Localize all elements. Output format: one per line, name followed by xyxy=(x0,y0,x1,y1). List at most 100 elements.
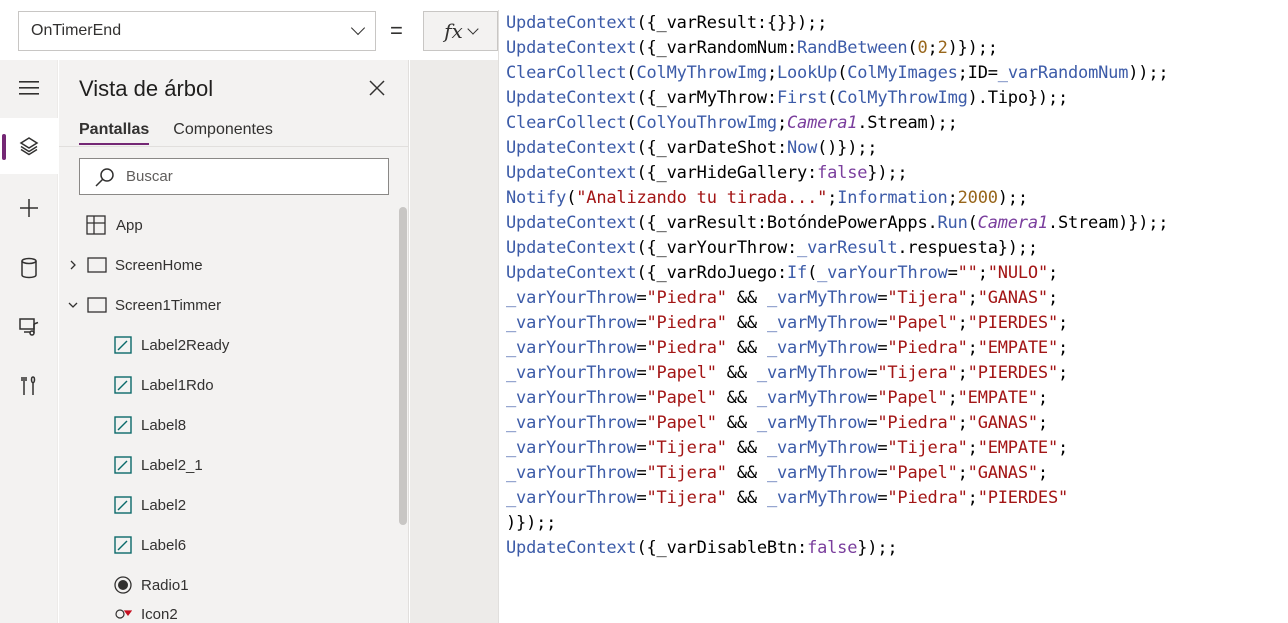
code-token: "EMPATE" xyxy=(957,388,1038,408)
code-token: )});; xyxy=(506,513,557,533)
code-token: ({_varRdoJuego: xyxy=(636,263,787,283)
tree-item-label2[interactable]: Label2 xyxy=(59,485,399,525)
fx-button[interactable]: fx xyxy=(423,11,498,51)
code-token: ColMyThrowImg xyxy=(636,63,767,83)
insert-button[interactable] xyxy=(0,180,58,236)
chevron-right-icon[interactable] xyxy=(67,259,79,271)
code-token: _varYourThrow xyxy=(506,413,637,433)
code-token: ColMyThrowImg xyxy=(837,88,968,108)
label-icon xyxy=(114,416,132,434)
formula-editor[interactable]: UpdateContext ({_varResult:{}});; UpdateCo… xyxy=(498,10,1288,623)
code-token: = xyxy=(636,313,647,333)
code-token: && xyxy=(716,363,757,383)
tree-view-button[interactable] xyxy=(0,118,58,174)
tree-item-screen1timmer[interactable]: Screen1Timmer xyxy=(59,285,399,325)
code-token: ; xyxy=(967,438,978,458)
code-token: ({_varResult:{}});; xyxy=(636,13,828,33)
code-token: _varYourThrow xyxy=(506,288,637,308)
code-token: Camera1 xyxy=(977,213,1048,233)
code-token: UpdateContext xyxy=(506,238,637,258)
tree-item-label8[interactable]: Label8 xyxy=(59,405,399,445)
code-token: UpdateContext xyxy=(506,138,637,158)
tools-icon xyxy=(21,376,36,395)
tab-components[interactable]: Componentes xyxy=(173,121,273,145)
property-dropdown[interactable]: OnTimerEnd xyxy=(18,11,376,51)
tab-screens[interactable]: Pantallas xyxy=(79,121,150,145)
code-line: UpdateContext({_varDateShot:Now()});; xyxy=(506,136,1168,161)
code-token: ;ID= xyxy=(957,63,998,83)
database-icon xyxy=(21,257,37,279)
code-token: Now xyxy=(787,138,818,158)
code-token: ClearCollect xyxy=(506,113,627,133)
code-token: "Papel" xyxy=(646,363,717,383)
code-token: "" xyxy=(957,263,978,283)
tree-item-label1rdo[interactable]: Label1Rdo xyxy=(59,365,399,405)
tree-item-screenhome[interactable]: ScreenHome xyxy=(59,245,399,285)
tree-item-label: Label2Ready xyxy=(141,336,230,354)
code-token: = xyxy=(636,388,647,408)
code-token: ; xyxy=(1057,338,1069,358)
close-icon[interactable] xyxy=(367,78,387,98)
label-icon xyxy=(114,496,132,514)
code-line: UpdateContext({_varRandomNum:RandBetween… xyxy=(506,36,1168,61)
code-token: .respuesta});; xyxy=(897,238,1038,258)
tree-item-label: Icon2 xyxy=(141,605,178,623)
code-token: false xyxy=(817,163,868,183)
code-token: && xyxy=(716,413,757,433)
code-token: "Piedra" xyxy=(877,413,958,433)
code-token: First xyxy=(776,88,828,108)
formula-code[interactable]: UpdateContext ({_varResult:{}});; UpdateCo… xyxy=(506,11,1169,561)
advanced-tools-button[interactable] xyxy=(0,358,58,414)
code-token: ColYouThrowImg xyxy=(636,113,777,133)
tree-item-label: Radio1 xyxy=(141,576,189,594)
tree-item-app[interactable]: App xyxy=(59,205,399,245)
tree-tabs: Pantallas Componentes xyxy=(79,121,273,145)
tree-item-label2ready[interactable]: Label2Ready xyxy=(59,325,399,365)
media-button[interactable] xyxy=(0,298,58,354)
code-token: "Papel" xyxy=(877,388,948,408)
code-token: "Analizando tu tirada..." xyxy=(576,188,828,208)
code-token: ( xyxy=(967,213,978,233)
code-line: UpdateContext({_varHideGallery:false});; xyxy=(506,161,1168,186)
code-line: _varYourThrow="Tijera" && _varMyThrow="P… xyxy=(506,461,1168,486)
code-token: "Papel" xyxy=(646,388,717,408)
code-token: _varYourThrow xyxy=(506,313,637,333)
code-token: ColMyImages xyxy=(847,63,958,83)
code-token: "GANAS" xyxy=(967,463,1038,483)
code-token: = xyxy=(636,463,647,483)
code-token: "EMPATE" xyxy=(977,438,1058,458)
code-token: 2 xyxy=(937,38,948,58)
hamburger-menu-button[interactable] xyxy=(0,60,58,116)
code-line: ClearCollect(ColYouThrowImg;Camera1.Stre… xyxy=(506,111,1168,136)
code-line: _varYourThrow="Papel" && _varMyThrow="Pa… xyxy=(506,386,1168,411)
code-token: ; xyxy=(967,338,978,358)
code-token: ; xyxy=(766,63,777,83)
label-icon xyxy=(114,376,132,394)
tree-item-icon2[interactable]: Icon2 xyxy=(59,605,399,623)
chevron-down-icon[interactable] xyxy=(67,299,79,311)
code-token: && xyxy=(726,338,767,358)
code-token: _varYourThrow xyxy=(506,363,637,383)
code-token: UpdateContext xyxy=(506,263,637,283)
code-token: ; xyxy=(967,488,978,508)
code-line: _varYourThrow="Papel" && _varMyThrow="Pi… xyxy=(506,411,1168,436)
code-token: ({_varDisableBtn: xyxy=(636,538,808,558)
code-token: = xyxy=(867,363,878,383)
code-token: ({_varHideGallery: xyxy=(636,163,818,183)
tree-item-radio1[interactable]: Radio1 xyxy=(59,565,399,605)
code-token: "Tijera" xyxy=(646,463,727,483)
code-token: _varYourThrow xyxy=(506,388,637,408)
code-token: "Piedra" xyxy=(646,288,727,308)
code-token: ( xyxy=(907,38,918,58)
tree-scrollbar[interactable] xyxy=(399,207,407,525)
search-box[interactable]: Buscar xyxy=(79,158,389,195)
code-token: _varMyThrow xyxy=(766,313,878,333)
code-token: _varRandomNum xyxy=(997,63,1129,83)
data-button[interactable] xyxy=(0,240,58,296)
fx-icon: fx xyxy=(444,19,463,43)
code-token: = xyxy=(877,313,888,333)
tree-item-label6[interactable]: Label6 xyxy=(59,525,399,565)
label-icon xyxy=(114,336,132,354)
tree-item-label2-1[interactable]: Label2_1 xyxy=(59,445,399,485)
code-token: ));; xyxy=(1128,63,1169,83)
